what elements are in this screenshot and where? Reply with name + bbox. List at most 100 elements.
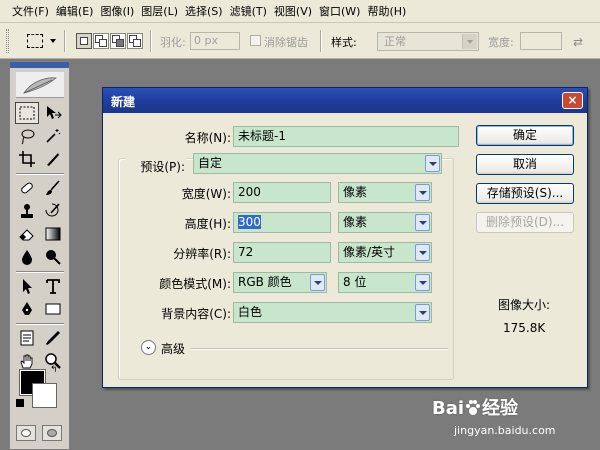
new-document-dialog: 新建 × 名称(N): 未标题-1 预设(P): 自定 宽度(W): 200 像…	[102, 87, 588, 388]
blur-tool[interactable]	[15, 246, 39, 268]
path-selection-tool[interactable]	[15, 275, 39, 297]
intersect-selection-button[interactable]	[127, 33, 143, 49]
width-label: 宽度:	[488, 36, 514, 49]
history-brush-tool[interactable]	[41, 200, 65, 222]
chevron-down-icon	[310, 274, 325, 291]
name-input[interactable]: 未标题-1	[233, 126, 459, 147]
save-preset-button[interactable]: 存储预设(S)...	[476, 183, 574, 204]
bit-depth-value: 8 位	[343, 275, 367, 289]
watermark-brand-suffix: 经验	[482, 398, 519, 419]
watermark-brand: Bai	[432, 398, 465, 419]
new-selection-button[interactable]	[76, 33, 92, 49]
toolbox-title-bar[interactable]	[10, 62, 69, 68]
resolution-input[interactable]: 72	[233, 242, 331, 263]
chevron-down-icon	[425, 155, 440, 172]
menu-select[interactable]: 选择(S)	[183, 0, 225, 23]
name-label: 名称(N):	[184, 131, 231, 145]
eyedropper-tool[interactable]	[41, 327, 65, 349]
height-unit-select[interactable]: 像素	[338, 212, 432, 233]
baidu-watermark: Bai 经验	[432, 394, 518, 420]
menu-bar: 文件(F) 编辑(E) 图像(I) 图层(L) 选择(S) 滤镜(T) 视图(V…	[0, 0, 600, 23]
menu-window[interactable]: 窗口(W)	[317, 0, 362, 23]
menu-help[interactable]: 帮助(H)	[365, 0, 408, 23]
close-button[interactable]: ×	[562, 92, 583, 109]
feather-input[interactable]: 0 px	[190, 32, 240, 50]
feather-logo-icon[interactable]	[16, 72, 64, 98]
paw-icon	[466, 400, 481, 415]
lasso-tool[interactable]	[15, 125, 39, 147]
hand-tool[interactable]	[15, 350, 39, 372]
bit-depth-select[interactable]: 8 位	[338, 272, 432, 293]
style-select[interactable]: 正常	[377, 32, 479, 51]
slice-tool[interactable]	[41, 148, 65, 170]
rect-marquee-tool[interactable]	[15, 102, 39, 124]
rect-marquee-icon[interactable]	[27, 34, 43, 48]
background-color-swatch[interactable]	[32, 383, 57, 408]
healing-brush-tool[interactable]	[15, 177, 39, 199]
chevron-down-icon	[415, 304, 430, 321]
menu-edit[interactable]: 编辑(E)	[54, 0, 96, 23]
swap-colors-icon[interactable]: ↰	[50, 365, 58, 375]
quick-mask-button[interactable]	[42, 425, 62, 441]
cancel-button[interactable]: 取消	[476, 154, 574, 175]
toolbox-panel: ↰	[9, 61, 70, 450]
background-contents-select[interactable]: 白色	[233, 302, 432, 323]
dodge-tool[interactable]	[41, 246, 65, 268]
width-input[interactable]: 200	[233, 182, 331, 203]
color-mode-select[interactable]: RGB 颜色	[233, 272, 327, 293]
menu-filter[interactable]: 滤镜(T)	[228, 0, 269, 23]
antialias-checkbox[interactable]	[250, 35, 261, 46]
standard-mode-button[interactable]	[16, 425, 36, 441]
menu-file[interactable]: 文件(F)	[10, 0, 51, 23]
swap-arrows-icon[interactable]: ⇄	[573, 35, 583, 49]
notes-tool[interactable]	[15, 327, 39, 349]
pen-tool[interactable]	[15, 298, 39, 320]
background-contents-value: 白色	[238, 305, 263, 319]
magic-wand-tool[interactable]	[41, 125, 65, 147]
width-label: 宽度(W):	[181, 187, 231, 201]
background-contents-label: 背景内容(C):	[161, 307, 231, 321]
height-unit-value: 像素	[343, 215, 368, 229]
chevron-down-icon	[415, 214, 430, 231]
options-bar-grip[interactable]	[6, 29, 9, 53]
resolution-unit-select[interactable]: 像素/英寸	[338, 242, 432, 263]
eraser-tool[interactable]	[15, 223, 39, 245]
type-tool[interactable]	[41, 275, 65, 297]
height-label: 高度(H):	[184, 217, 231, 231]
menu-layer[interactable]: 图层(L)	[139, 0, 180, 23]
toolbox-separator	[16, 323, 64, 325]
subtract-from-selection-button[interactable]	[110, 33, 126, 49]
width-unit-select[interactable]: 像素	[338, 182, 432, 203]
rectangle-shape-tool[interactable]	[41, 298, 65, 320]
dialog-title: 新建	[111, 95, 136, 109]
gradient-tool[interactable]	[41, 223, 65, 245]
chevron-double-down-icon[interactable]: ⌄	[141, 340, 156, 355]
preset-select[interactable]: 自定	[193, 153, 442, 174]
menu-image[interactable]: 图像(I)	[98, 0, 136, 23]
clone-stamp-tool[interactable]	[15, 200, 39, 222]
options-separator	[320, 30, 322, 52]
delete-preset-button: 删除预设(D)...	[476, 212, 574, 233]
preset-label: 预设(P):	[125, 158, 187, 175]
default-colors-icon[interactable]	[16, 399, 24, 407]
width-input[interactable]	[520, 32, 562, 50]
image-size-label: 图像大小:	[498, 298, 551, 312]
close-icon: ×	[567, 93, 578, 107]
brush-tool[interactable]	[41, 177, 65, 199]
add-to-selection-button[interactable]	[93, 33, 109, 49]
move-tool[interactable]	[41, 102, 65, 124]
chevron-down-icon	[415, 244, 430, 261]
tool-preset-dropdown-arrow[interactable]	[50, 39, 56, 43]
advanced-label[interactable]: 高级	[161, 340, 185, 357]
options-separator	[150, 30, 152, 52]
feather-label: 羽化:	[160, 36, 186, 49]
resolution-label: 分辨率(R):	[173, 247, 231, 261]
dialog-title-bar[interactable]: 新建 ×	[103, 88, 587, 113]
width-unit-value: 像素	[343, 185, 368, 199]
chevron-down-icon	[462, 34, 477, 49]
watermark-url: jingyan.baidu.com	[454, 424, 556, 437]
crop-tool[interactable]	[15, 148, 39, 170]
ok-button[interactable]: 确定	[476, 125, 574, 146]
menu-view[interactable]: 视图(V)	[272, 0, 314, 23]
height-input[interactable]: 300	[233, 212, 331, 233]
